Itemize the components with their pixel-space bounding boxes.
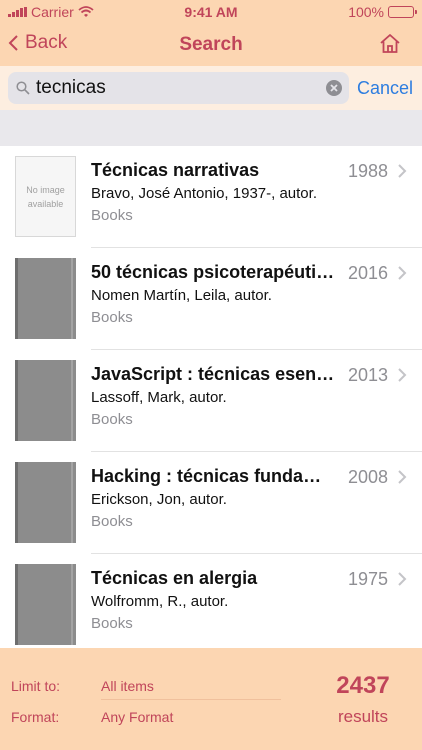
status-bar: Carrier 9:41 AM 100% [0,0,422,24]
item-type: Books [91,411,133,428]
item-author: Lassoff, Mark, autor. [91,389,227,406]
battery-percent: 100% [348,4,384,20]
search-icon [16,81,30,95]
cancel-button[interactable]: Cancel [357,78,413,99]
item-title: JavaScript : técnicas esenciales [91,364,337,384]
section-spacer [0,110,422,146]
item-year: 2013 [347,365,388,385]
item-type: Books [91,207,133,224]
chevron-right-icon [398,266,407,280]
chevron-right-icon [398,164,407,178]
list-item[interactable]: No image available Técnicas narrativas 1… [0,146,422,248]
book-cover [15,360,76,441]
item-author: Nomen Martín, Leila, autor. [91,287,272,304]
item-year: 1988 [347,161,388,181]
battery-icon [388,6,417,18]
chevron-right-icon [398,368,407,382]
list-item[interactable]: JavaScript : técnicas esenciales 2013 La… [0,350,422,452]
back-label: Back [25,32,68,53]
format-selector[interactable]: Any Format [101,709,173,725]
chevron-right-icon [398,572,407,586]
back-button[interactable]: Back [8,32,67,54]
results-list: No image available Técnicas narrativas 1… [0,146,422,648]
chevron-left-icon [8,35,18,51]
filter-bar: Limit to: All items Format: Any Format 2… [0,648,422,750]
item-author: Wolfromm, R., autor. [91,593,229,610]
item-title: Técnicas en alergia [91,568,258,588]
item-type: Books [91,615,133,632]
item-title: 50 técnicas psicoterapéuticas [91,262,337,282]
item-author: Bravo, José Antonio, 1937-, autor. [91,185,317,202]
item-title: Hacking : técnicas fundamentales [91,466,337,486]
list-item[interactable]: 50 técnicas psicoterapéuticas 2016 Nomen… [0,248,422,350]
home-icon[interactable] [378,32,402,56]
chevron-right-icon [398,470,407,484]
item-year: 2008 [347,467,388,487]
book-cover [15,564,76,645]
navigation-bar: Back Search [0,24,422,66]
filter-divider [101,699,281,700]
no-image-placeholder: No image available [15,156,76,237]
book-cover [15,258,76,339]
item-title: Técnicas narrativas [91,160,260,180]
list-item[interactable]: Hacking : técnicas fundamentales 2008 Er… [0,452,422,554]
item-year: 1975 [347,569,388,589]
battery-group: 100% [348,4,417,20]
clear-icon[interactable] [326,80,342,96]
format-label: Format: [11,709,60,725]
book-cover [15,462,76,543]
search-field[interactable] [8,72,349,104]
top-bar: Carrier 9:41 AM 100% Back Search [0,0,422,66]
search-bar: Cancel [0,66,422,110]
limit-selector[interactable]: All items [101,678,154,694]
item-type: Books [91,513,133,530]
limit-label: Limit to: [11,678,61,694]
item-year: 2016 [347,263,388,283]
item-type: Books [91,309,133,326]
search-input[interactable] [36,72,326,104]
item-author: Erickson, Jon, autor. [91,491,227,508]
result-count-label: results [337,707,389,726]
result-count: 2437 [336,672,390,699]
list-item[interactable]: Técnicas en alergia 1975 Wolfromm, R., a… [0,554,422,648]
